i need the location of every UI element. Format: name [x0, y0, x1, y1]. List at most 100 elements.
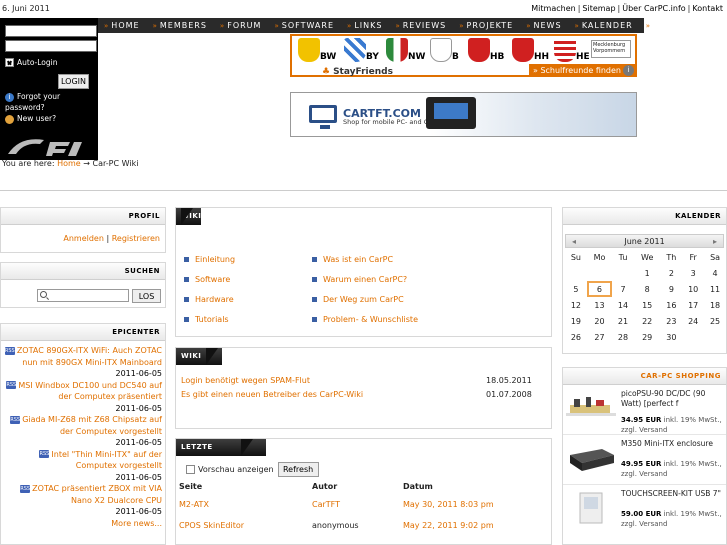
calendar-day[interactable]: 28: [612, 329, 634, 345]
calendar-day[interactable]: 23: [660, 313, 682, 329]
epicenter-box: EPICENTER RSS ZOTAC 890GX-ITX WiFi: Auch …: [0, 323, 166, 545]
nav-reviews[interactable]: REVIEWS: [395, 21, 446, 30]
nav-links[interactable]: LINKS: [347, 21, 382, 30]
nav-members[interactable]: MEMBERS: [153, 21, 207, 30]
ad-info-icon[interactable]: i: [623, 65, 634, 76]
nav-software[interactable]: SOFTWARE: [274, 21, 334, 30]
nav-news[interactable]: NEWS: [526, 21, 561, 30]
calendar-day[interactable]: 11: [704, 281, 726, 297]
state-by[interactable]: BY: [338, 36, 379, 64]
auto-login-checkbox[interactable]: [5, 58, 14, 67]
news-link[interactable]: MSI Windbox DC100 und DC540 auf der Comp…: [18, 381, 162, 402]
wiki-item[interactable]: Tutorials: [184, 315, 235, 324]
stayfriends-banner[interactable]: BW BY NW B HB HH HE Mecklenburg Vorpomme…: [290, 34, 637, 77]
page-link[interactable]: M2-ATX: [179, 500, 209, 509]
wiki-box: WIKI Einleitung Software Hardware Tutori…: [175, 207, 552, 337]
nav-home[interactable]: HOME: [104, 21, 140, 30]
sitemap-link[interactable]: Sitemap: [582, 4, 615, 13]
calendar-day[interactable]: 26: [565, 329, 587, 345]
search-button[interactable]: LOS: [132, 289, 161, 303]
state-bw[interactable]: BW: [292, 36, 336, 64]
news-date: 2011-06-05: [115, 438, 163, 447]
weekday-label: Fr: [689, 253, 697, 262]
news-link[interactable]: Giada MI-Z68 mit Z68 Chipsatz auf der Co…: [22, 415, 162, 436]
preview-checkbox[interactable]: [186, 465, 195, 474]
calendar-day[interactable]: 27: [587, 329, 612, 345]
mitmachen-link[interactable]: Mitmachen: [531, 4, 575, 13]
refresh-button[interactable]: Refresh: [277, 462, 319, 477]
calendar-day[interactable]: 25: [704, 313, 726, 329]
about-link[interactable]: Über CarPC.info: [622, 4, 685, 13]
calendar-day[interactable]: 15: [634, 297, 661, 313]
calendar-day[interactable]: 20: [587, 313, 612, 329]
date-link[interactable]: May 22, 2011 9:02 pm: [403, 521, 494, 530]
wiki-item[interactable]: Was ist ein CarPC: [312, 255, 418, 264]
calendar-day[interactable]: 9: [660, 281, 682, 297]
author-link[interactable]: CarTFT: [312, 500, 340, 509]
news-link[interactable]: Intel "Thin Mini-ITX" auf der Computex v…: [51, 450, 162, 471]
site-logo[interactable]: [0, 132, 98, 160]
cartft-ad[interactable]: CARTFT.COM Shop for mobile PC- and GPS-S…: [290, 92, 637, 137]
calendar-day[interactable]: 10: [682, 281, 704, 297]
new-user-link[interactable]: New user?: [5, 114, 56, 124]
calendar-day[interactable]: 13: [587, 297, 612, 313]
date-link[interactable]: May 30, 2011 8:03 pm: [403, 500, 494, 509]
shop-item[interactable]: TOUCHSCREEN-KIT USB 7" 59.00 EUR inkl. 1…: [563, 485, 726, 535]
registrieren-link[interactable]: Registrieren: [112, 234, 160, 243]
calendar-day[interactable]: 19: [565, 313, 587, 329]
wiki-item[interactable]: Warum einen CarPC?: [312, 275, 418, 284]
breadcrumb-home[interactable]: Home: [57, 159, 81, 168]
calendar-day[interactable]: 29: [634, 329, 661, 345]
calendar-day[interactable]: 17: [682, 297, 704, 313]
nav-projekte[interactable]: PROJEKTE: [459, 21, 513, 30]
calendar-day[interactable]: 18: [704, 297, 726, 313]
wiki-item[interactable]: Der Weg zum CarPC: [312, 295, 418, 304]
calendar-day[interactable]: 6: [586, 281, 613, 297]
shop-item[interactable]: picoPSU-90 DC/DC (90 Watt) [perfect f 34…: [563, 385, 726, 435]
wiki-item[interactable]: Software: [184, 275, 235, 284]
auto-login-label: Auto-Login: [17, 58, 58, 67]
login-button[interactable]: LOGIN: [58, 74, 89, 89]
wiki-news-link[interactable]: Es gibt einen neuen Betreiber des CarPC-…: [181, 390, 363, 399]
calendar-day[interactable]: 5: [565, 281, 587, 297]
anmelden-link[interactable]: Anmelden: [63, 234, 104, 243]
calendar-day[interactable]: 21: [612, 313, 634, 329]
state-he[interactable]: HE: [548, 36, 590, 64]
search-input[interactable]: [37, 289, 129, 302]
nav-wiki[interactable]: WIKI: [646, 21, 675, 30]
state-hh[interactable]: HH: [506, 36, 549, 64]
password-field[interactable]: [5, 40, 97, 52]
wiki-item[interactable]: Hardware: [184, 295, 235, 304]
calendar-day[interactable]: 1: [634, 265, 661, 281]
state-b[interactable]: B: [424, 36, 464, 64]
nav-kalender[interactable]: KALENDER: [575, 21, 633, 30]
kontakt-link[interactable]: Kontakt: [692, 4, 723, 13]
next-month-icon[interactable]: ▸: [713, 235, 717, 248]
calendar-day[interactable]: 2: [660, 265, 682, 281]
prev-month-icon[interactable]: ◂: [572, 235, 576, 248]
wiki-item[interactable]: Problem- & Wunschliste: [312, 315, 418, 324]
calendar-day[interactable]: 7: [612, 281, 634, 297]
schulfreunde-button[interactable]: » Schulfreunde finden i: [529, 64, 635, 77]
news-link[interactable]: ZOTAC präsentiert ZBOX mit VIA Nano X2 D…: [32, 484, 162, 505]
wiki-item[interactable]: Einleitung: [184, 255, 235, 264]
calendar-day[interactable]: 4: [704, 265, 726, 281]
calendar-day[interactable]: 3: [682, 265, 704, 281]
state-nw[interactable]: NW: [380, 36, 425, 64]
forgot-password-link[interactable]: i Forgot your password?: [5, 91, 98, 113]
calendar-day[interactable]: 14: [612, 297, 634, 313]
nav-forum[interactable]: FORUM: [220, 21, 262, 30]
calendar-day[interactable]: 8: [634, 281, 661, 297]
state-mv[interactable]: Mecklenburg Vorpommern: [591, 40, 631, 58]
calendar-day[interactable]: 30: [660, 329, 682, 345]
page-link[interactable]: CPOS SkinEditor: [179, 521, 244, 530]
more-news-link[interactable]: More news...: [4, 518, 162, 530]
username-field[interactable]: [5, 25, 97, 37]
calendar-day[interactable]: 16: [660, 297, 682, 313]
news-link[interactable]: ZOTAC 890GX-ITX WiFi: Auch ZOTAC nun mit…: [17, 346, 162, 367]
calendar-day[interactable]: 22: [634, 313, 661, 329]
calendar-day[interactable]: 12: [565, 297, 587, 313]
state-hb[interactable]: HB: [462, 36, 504, 64]
calendar-day[interactable]: 24: [682, 313, 704, 329]
shop-item[interactable]: M350 Mini-ITX enclosure 49.95 EUR inkl. …: [563, 435, 726, 485]
